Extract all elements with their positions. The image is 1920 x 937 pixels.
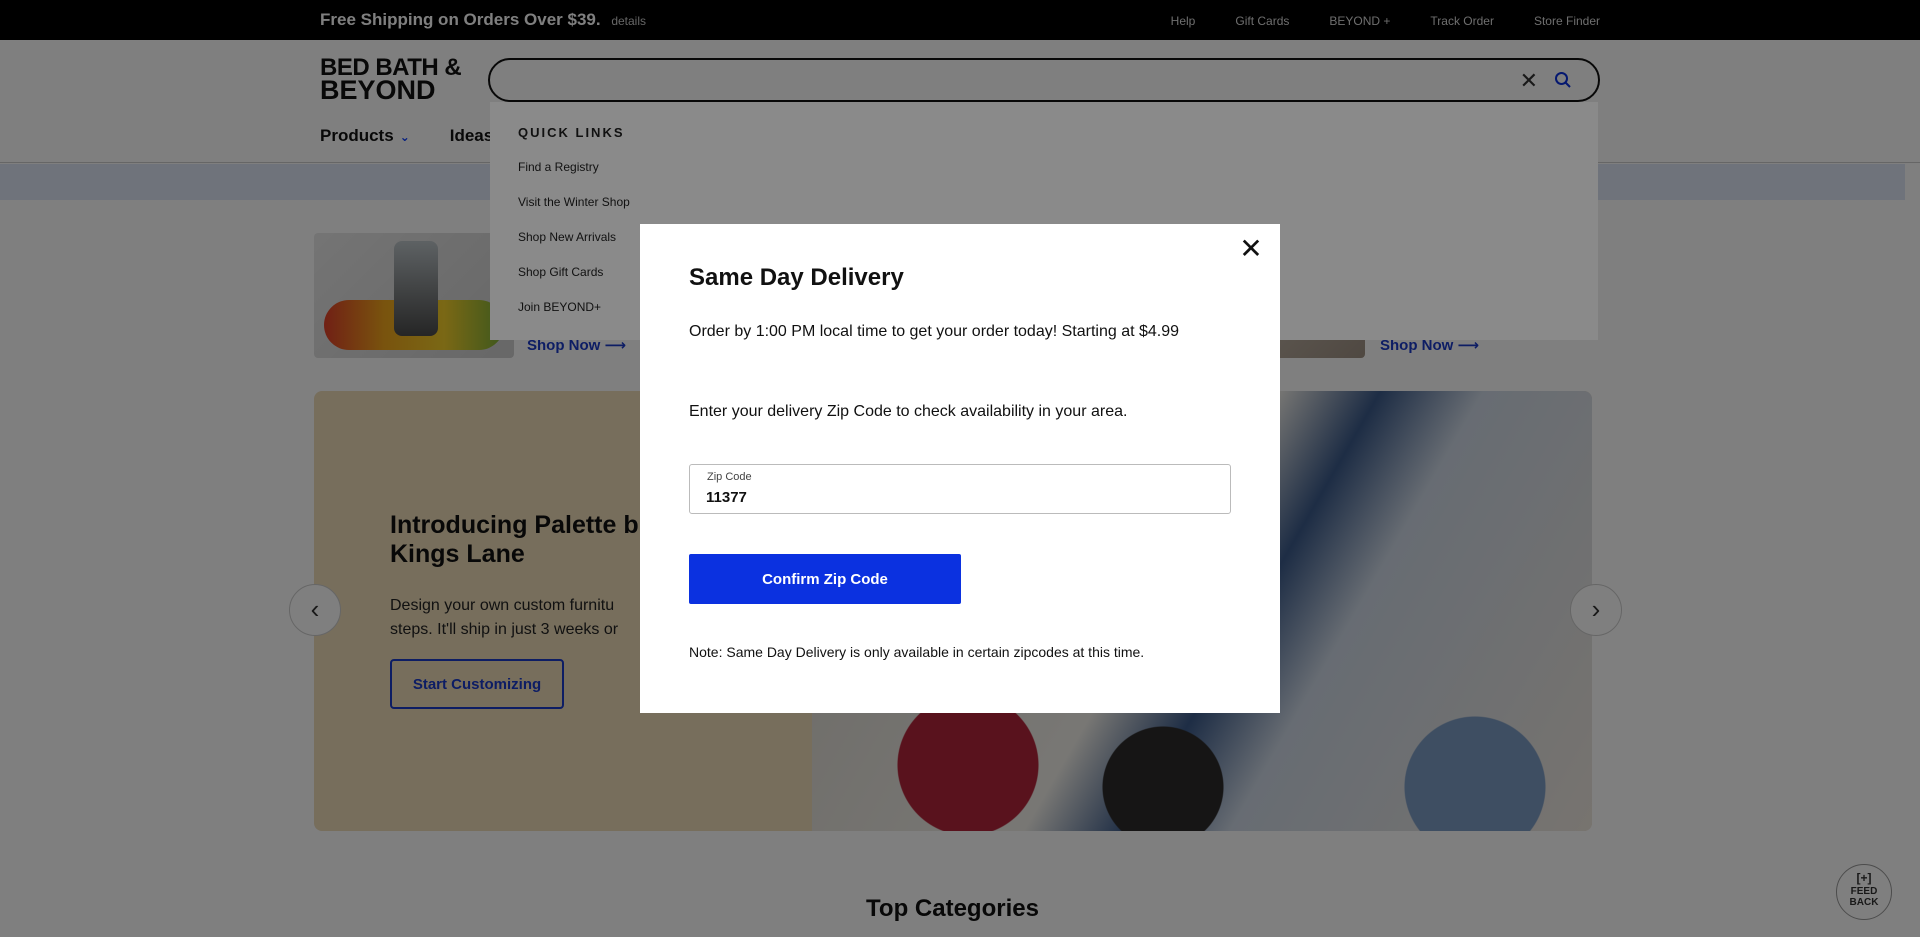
quick-link-find-registry[interactable]: Find a Registry <box>518 160 630 195</box>
zip-code-field[interactable]: Zip Code <box>689 464 1231 514</box>
confirm-zip-code-button[interactable]: Confirm Zip Code <box>689 554 961 604</box>
same-day-delivery-modal: ✕ Same Day Delivery Order by 1:00 PM loc… <box>640 224 1280 713</box>
zip-code-input[interactable] <box>706 487 1206 507</box>
modal-order-info: Order by 1:00 PM local time to get your … <box>689 323 1180 340</box>
quick-link-winter-shop[interactable]: Visit the Winter Shop <box>518 195 630 230</box>
quick-link-new-arrivals[interactable]: Shop New Arrivals <box>518 230 630 265</box>
zip-code-label: Zip Code <box>707 471 752 483</box>
quick-links-list: Find a Registry Visit the Winter Shop Sh… <box>518 160 630 335</box>
close-modal-button[interactable]: ✕ <box>1236 234 1266 264</box>
quick-links-title: QUICK LINKS <box>518 125 625 140</box>
close-icon: ✕ <box>1239 232 1263 265</box>
quick-link-gift-cards[interactable]: Shop Gift Cards <box>518 265 630 300</box>
quick-link-join-beyond[interactable]: Join BEYOND+ <box>518 300 630 335</box>
modal-zip-instructions: Enter your delivery Zip Code to check av… <box>689 403 1128 420</box>
modal-title: Same Day Delivery <box>689 264 904 291</box>
modal-note: Note: Same Day Delivery is only availabl… <box>689 644 1145 660</box>
